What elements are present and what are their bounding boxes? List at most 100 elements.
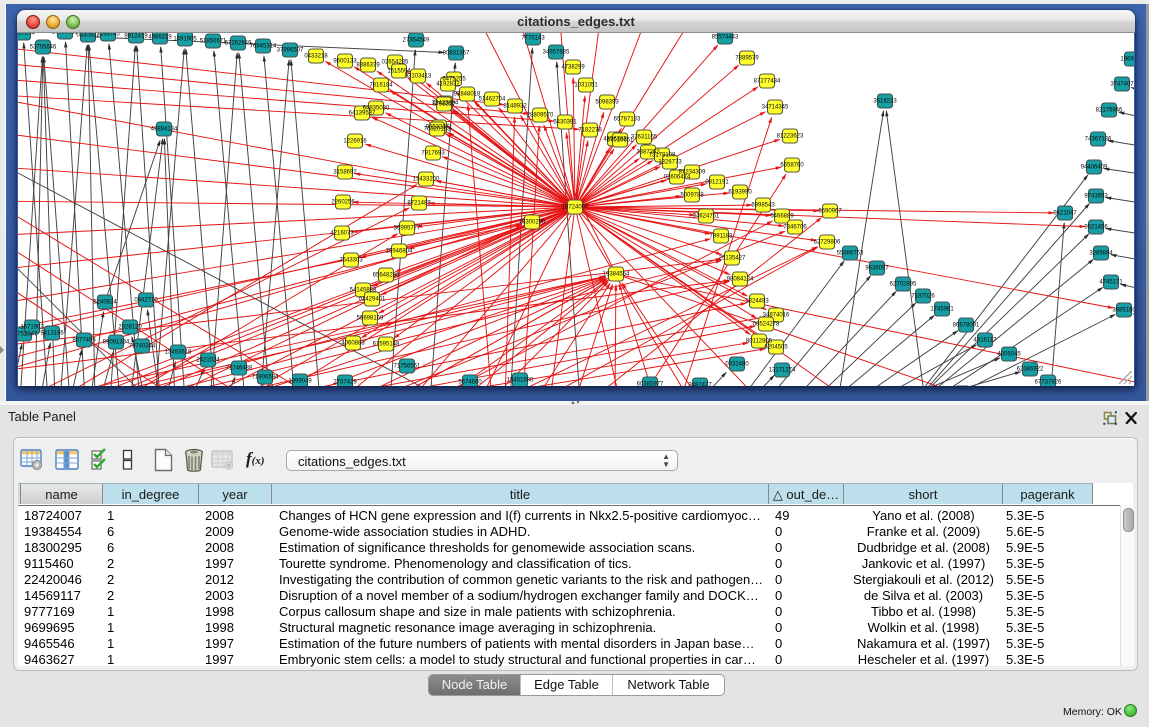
svg-text:3518233: 3518233	[873, 99, 897, 105]
svg-text:1031051: 1031051	[574, 83, 598, 89]
svg-text:9636057: 9636057	[865, 266, 889, 272]
svg-text:37996507: 37996507	[277, 48, 304, 54]
svg-text:4745171: 4745171	[1099, 280, 1123, 286]
svg-text:7346706: 7346706	[783, 225, 807, 231]
svg-text:9521456: 9521456	[1084, 225, 1108, 231]
svg-text:4005045: 4005045	[997, 352, 1021, 358]
svg-text:86578091: 86578091	[953, 323, 980, 329]
svg-text:87234309: 87234309	[679, 170, 706, 176]
svg-text:65787133: 65787133	[614, 117, 641, 123]
svg-text:9413186: 9413186	[40, 331, 64, 337]
svg-text:6690967: 6690967	[818, 209, 842, 215]
svg-text:65648236: 65648236	[373, 273, 400, 279]
svg-text:34874016: 34874016	[763, 313, 790, 319]
svg-text:3482477: 3482477	[688, 383, 712, 387]
svg-text:67737826: 67737826	[1035, 380, 1062, 386]
svg-text:34714345: 34714345	[762, 105, 789, 111]
svg-text:36995777: 36995777	[394, 226, 421, 232]
svg-text:19384554: 19384554	[603, 272, 630, 278]
svg-text:1399049: 1399049	[288, 379, 312, 385]
svg-text:2421024: 2421024	[196, 358, 220, 364]
svg-text:64139537: 64139537	[349, 111, 376, 117]
svg-text:51850671: 51850671	[200, 39, 227, 45]
svg-text:4738299: 4738299	[561, 65, 585, 71]
svg-text:55886753: 55886753	[837, 251, 864, 257]
svg-text:1226916: 1226916	[343, 139, 367, 145]
svg-text:5674680: 5674680	[458, 380, 482, 386]
svg-text:7182278: 7182278	[578, 128, 602, 134]
svg-text:1491905: 1491905	[173, 37, 197, 43]
svg-text:1824493: 1824493	[745, 299, 769, 305]
svg-text:9743953: 9743953	[1084, 194, 1108, 200]
svg-text:01429401: 01429401	[359, 297, 386, 303]
svg-text:25135427: 25135427	[719, 256, 746, 262]
svg-text:1627204: 1627204	[18, 33, 35, 37]
svg-text:3747407: 3747407	[1110, 82, 1134, 88]
svg-text:71756551: 71756551	[394, 364, 421, 370]
svg-text:4966319: 4966319	[148, 35, 172, 41]
svg-text:8386379: 8386379	[356, 63, 380, 69]
svg-text:6204505: 6204505	[764, 345, 788, 351]
svg-text:3285884: 3285884	[1089, 251, 1113, 257]
svg-text:02654235: 02654235	[382, 60, 409, 66]
svg-text:0842710: 0842710	[134, 298, 158, 304]
svg-text:4192832: 4192832	[436, 82, 460, 88]
svg-text:7543303: 7543303	[339, 258, 363, 264]
svg-text:13171274: 13171274	[769, 368, 796, 374]
svg-text:71746488: 71746488	[226, 366, 253, 372]
svg-text:00524278: 00524278	[753, 322, 780, 328]
svg-text:2787429: 2787429	[333, 380, 357, 386]
svg-text:0433218: 0433218	[304, 54, 328, 60]
svg-text:1969379: 1969379	[1120, 57, 1134, 63]
svg-text:51462704: 51462704	[479, 97, 506, 103]
svg-text:53755646: 53755646	[30, 45, 57, 51]
svg-text:1745961: 1745961	[930, 307, 954, 313]
svg-text:3158692: 3158692	[333, 170, 357, 176]
svg-text:18300295: 18300295	[519, 220, 546, 226]
svg-text:27354549: 27354549	[403, 38, 430, 44]
svg-text:77752047: 77752047	[18, 332, 38, 338]
svg-text:6658760: 6658760	[780, 163, 804, 169]
svg-text:67010651: 67010651	[607, 138, 634, 144]
svg-text:79740344: 79740344	[129, 344, 156, 350]
svg-text:2328120: 2328120	[118, 325, 142, 331]
svg-text:98084124: 98084124	[727, 277, 754, 283]
svg-text:7187026: 7187026	[911, 294, 935, 300]
svg-text:94406409: 94406409	[1081, 165, 1108, 171]
svg-text:4216073: 4216073	[330, 231, 354, 237]
svg-text:73178108: 73178108	[649, 153, 676, 159]
svg-text:4060883: 4060883	[341, 341, 365, 347]
svg-text:61595148: 61595148	[373, 342, 400, 348]
svg-text:55698169: 55698169	[357, 316, 384, 322]
svg-text:54145868: 54145868	[350, 288, 377, 294]
svg-text:62729806: 62729806	[814, 240, 841, 246]
svg-text:37631165: 37631165	[631, 135, 658, 141]
svg-text:1326773: 1326773	[658, 160, 682, 166]
svg-text:7889579: 7889579	[735, 56, 759, 62]
svg-text:5240824: 5240824	[93, 300, 117, 306]
svg-text:81223623: 81223623	[777, 134, 804, 140]
svg-text:17080531: 17080531	[52, 33, 79, 36]
svg-text:97848018: 97848018	[454, 92, 481, 98]
svg-text:7816184: 7816184	[369, 83, 393, 89]
svg-text:34624751: 34624751	[693, 214, 720, 220]
svg-text:6193990: 6193990	[728, 190, 752, 196]
svg-text:7193745: 7193745	[96, 33, 120, 38]
svg-text:18724007: 18724007	[562, 205, 589, 211]
svg-text:60385977: 60385977	[637, 382, 664, 387]
svg-text:49894134: 49894134	[151, 127, 178, 133]
svg-text:8721489: 8721489	[407, 201, 431, 207]
svg-text:8148932: 8148932	[503, 104, 527, 110]
svg-text:5009788: 5009788	[680, 193, 704, 199]
svg-text:76945314: 76945314	[250, 44, 277, 50]
svg-text:80831367: 80831367	[443, 51, 470, 57]
svg-text:13493618: 13493618	[165, 350, 192, 356]
svg-text:28809570: 28809570	[527, 113, 554, 119]
svg-text:7991183: 7991183	[710, 234, 734, 240]
svg-text:8708317: 8708317	[432, 102, 456, 108]
svg-text:82175946: 82175946	[1096, 108, 1123, 114]
svg-text:62702895: 62702895	[890, 282, 917, 288]
svg-text:99091334: 99091334	[103, 340, 130, 346]
svg-text:71906594: 71906594	[252, 375, 279, 381]
svg-text:6998543: 6998543	[751, 203, 775, 209]
